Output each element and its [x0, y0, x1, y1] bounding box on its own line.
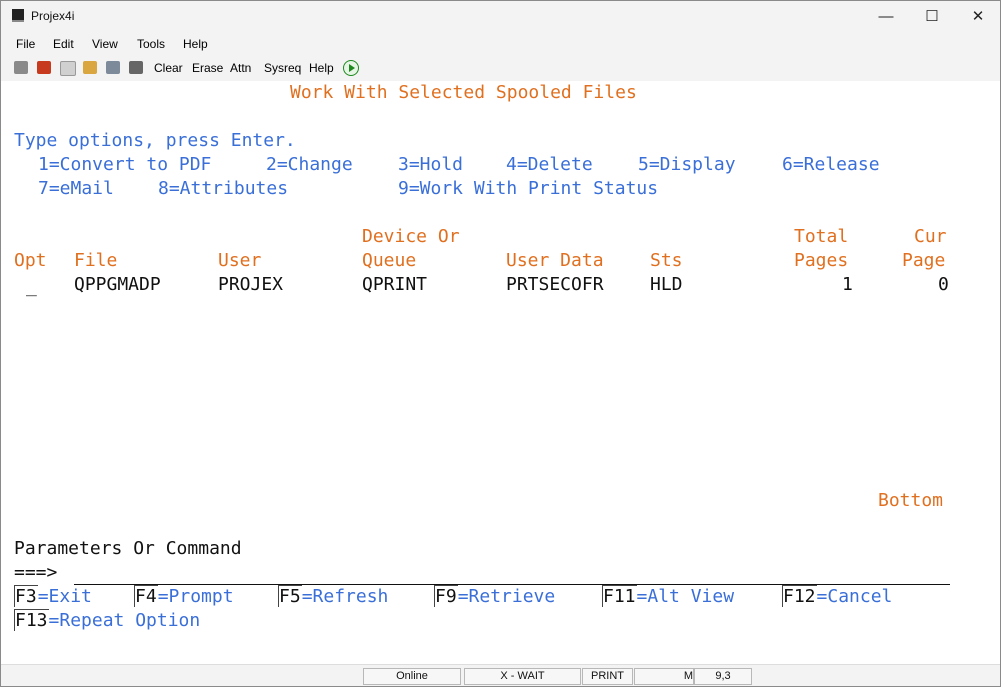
menu-tools[interactable]: Tools	[137, 37, 165, 51]
menu-help[interactable]: Help	[183, 37, 208, 51]
option-hold: 3=Hold	[398, 154, 464, 175]
minimize-button[interactable]: —	[863, 1, 909, 32]
f5-key: F5	[278, 585, 302, 607]
menu-bar: File Edit View Tools Help	[1, 32, 1000, 55]
col-opt-header: Opt	[14, 250, 47, 271]
window-title: Projex4i	[31, 9, 75, 23]
screen-heading: Work With Selected Spooled Files	[290, 82, 637, 103]
sysreq-button[interactable]: Sysreq	[264, 61, 301, 75]
option-change: 2=Change	[266, 154, 353, 175]
option-attributes: 8=Attributes	[158, 178, 289, 199]
f12-key: F12	[782, 585, 817, 607]
col-queue-header: Queue	[362, 250, 417, 271]
attn-button[interactable]: Attn	[230, 61, 251, 75]
maximize-button[interactable]: ☐	[909, 1, 955, 32]
col-file-header: File	[74, 250, 118, 271]
erase-button[interactable]: Erase	[192, 61, 223, 75]
status-mode: M	[634, 668, 694, 685]
f11-key: F11	[602, 585, 637, 607]
f3-label: =Exit	[37, 586, 92, 607]
f5-label: =Refresh	[301, 586, 389, 607]
row-cur-page: 0	[938, 274, 949, 295]
f5-refresh[interactable]: F5=Refresh	[278, 585, 389, 607]
row-status: HLD	[650, 274, 683, 295]
capture-icon[interactable]	[129, 61, 143, 74]
col-userdata-header: User Data	[506, 250, 604, 271]
f11-alt-view[interactable]: F11=Alt View	[602, 585, 735, 607]
f11-label: =Alt View	[636, 586, 735, 607]
f12-label: =Cancel	[816, 586, 893, 607]
row-user: PROJEX	[218, 274, 284, 295]
f4-key: F4	[134, 585, 158, 607]
row-user-data: PRTSECOFR	[506, 274, 604, 295]
f3-key: F3	[14, 585, 38, 607]
terminal-screen[interactable]: Work With Selected Spooled Files Type op…	[1, 81, 1000, 662]
play-icon[interactable]	[343, 60, 359, 76]
f9-retrieve[interactable]: F9=Retrieve	[434, 585, 556, 607]
row-file: QPPGMADP	[74, 274, 161, 295]
print-icon[interactable]	[106, 61, 120, 74]
help-button[interactable]: Help	[309, 61, 334, 75]
status-wait: X - WAIT	[464, 668, 581, 685]
option-display: 5=Display	[638, 154, 736, 175]
params-label: Parameters Or Command	[14, 538, 242, 559]
f13-repeat-option[interactable]: F13=Repeat Option	[14, 609, 201, 631]
command-prompt: ===>	[14, 562, 58, 583]
terminal-icon	[12, 9, 24, 22]
f13-label: =Repeat Option	[48, 610, 201, 631]
option-email: 7=eMail	[38, 178, 114, 199]
option-convert-pdf: 1=Convert to PDF	[38, 154, 212, 175]
clear-button[interactable]: Clear	[154, 61, 183, 75]
menu-edit[interactable]: Edit	[53, 37, 74, 51]
option-work-print-status: 9=Work With Print Status	[398, 178, 659, 199]
f4-label: =Prompt	[157, 586, 234, 607]
status-online: Online	[363, 668, 461, 685]
f12-cancel[interactable]: F12=Cancel	[782, 585, 893, 607]
command-input[interactable]	[74, 583, 950, 585]
instruction-text: Type options, press Enter.	[14, 130, 296, 151]
status-print: PRINT	[582, 668, 633, 685]
col-total-header: Total	[794, 226, 849, 247]
row-total-pages: 1	[842, 274, 853, 295]
copy-icon[interactable]	[60, 61, 76, 76]
row-queue: QPRINT	[362, 274, 428, 295]
status-bar: Online X - WAIT PRINT M 9,3	[1, 664, 1000, 686]
col-cur-header: Cur	[914, 226, 947, 247]
col-page-header: Page	[902, 250, 946, 271]
col-pages-header: Pages	[794, 250, 849, 271]
disconnect-icon[interactable]	[14, 61, 28, 74]
option-delete: 4=Delete	[506, 154, 593, 175]
menu-file[interactable]: File	[16, 37, 35, 51]
cut-icon[interactable]	[37, 61, 51, 74]
app-window: Projex4i — ☐ ✕ File Edit View Tools Help…	[0, 0, 1001, 687]
f4-prompt[interactable]: F4=Prompt	[134, 585, 234, 607]
opt-input[interactable]: _	[26, 277, 37, 297]
option-release: 6=Release	[782, 154, 880, 175]
status-cursor: 9,3	[694, 668, 752, 685]
close-button[interactable]: ✕	[955, 1, 1000, 32]
bottom-indicator: Bottom	[878, 490, 944, 511]
menu-view[interactable]: View	[92, 37, 118, 51]
toolbar: Clear Erase Attn Sysreq Help	[1, 55, 1000, 81]
col-user-header: User	[218, 250, 262, 271]
paste-icon[interactable]	[83, 61, 97, 74]
col-sts-header: Sts	[650, 250, 683, 271]
f9-key: F9	[434, 585, 458, 607]
f13-key: F13	[14, 609, 49, 631]
f3-exit[interactable]: F3=Exit	[14, 585, 92, 607]
col-device-header: Device Or	[362, 226, 460, 247]
title-bar: Projex4i — ☐ ✕	[1, 1, 1000, 32]
f9-label: =Retrieve	[457, 586, 556, 607]
